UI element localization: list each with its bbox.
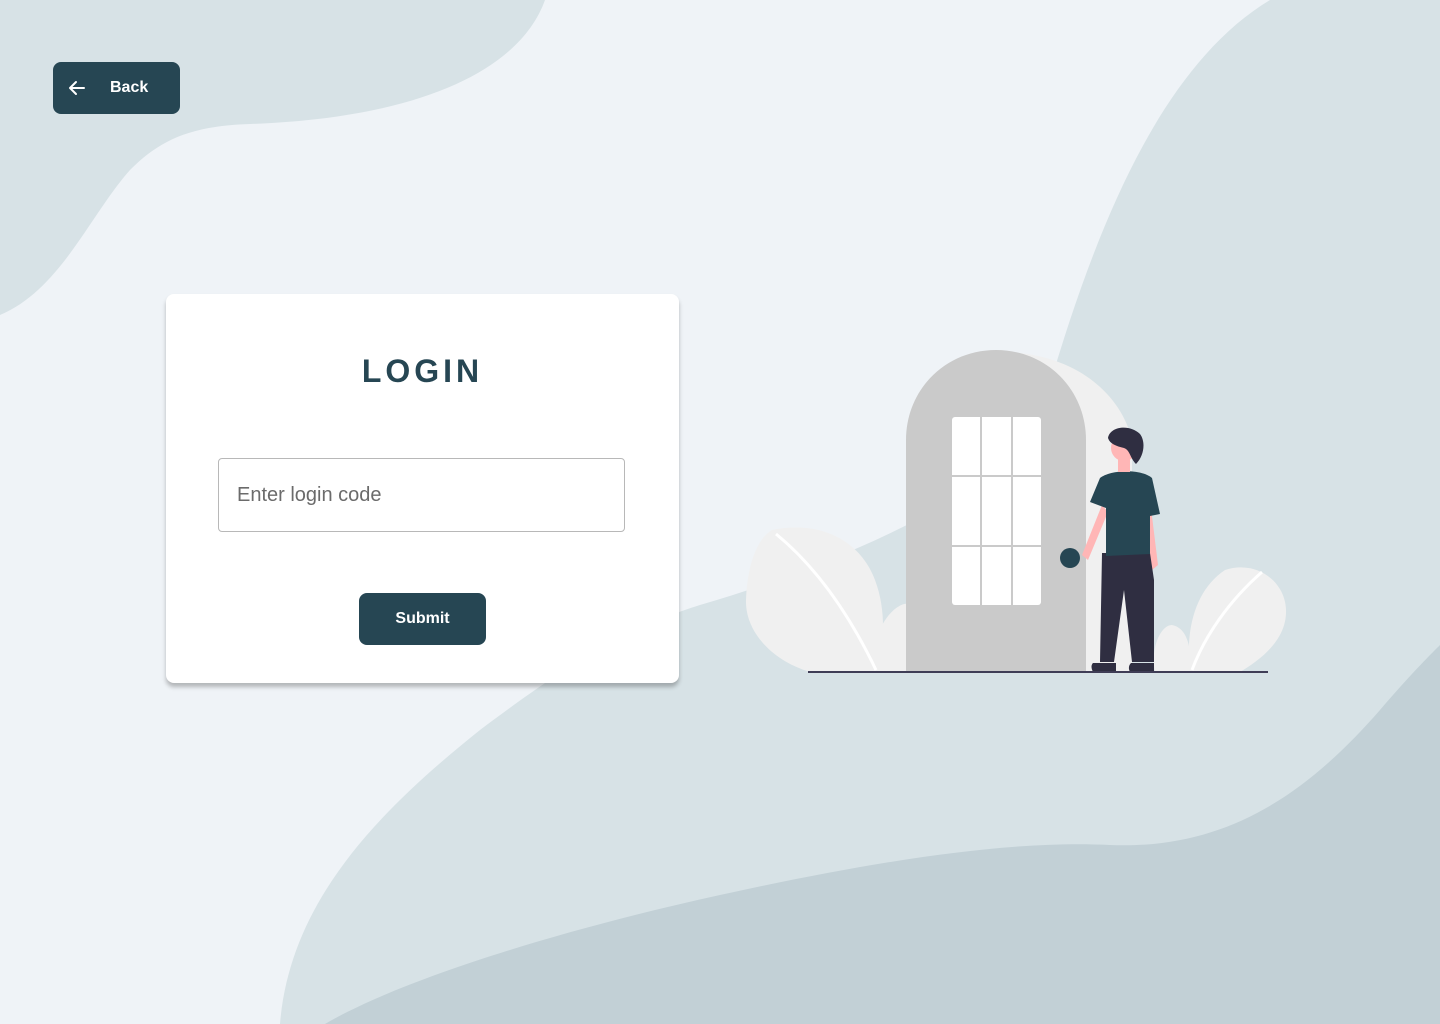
login-card: LOGIN Submit (166, 294, 679, 683)
login-title: LOGIN (361, 353, 484, 389)
login-code-input[interactable] (218, 458, 625, 532)
right-plant-icon (1153, 567, 1287, 672)
login-page: Back LOGIN Submit (0, 0, 1440, 1024)
top-left-blob (0, 0, 545, 315)
person-at-door-illustration (745, 350, 1287, 673)
door-icon (906, 350, 1086, 672)
left-plant-icon (745, 527, 912, 672)
back-button[interactable]: Back (53, 62, 180, 114)
arrow-left-icon (67, 78, 87, 98)
back-button-label: Back (110, 79, 149, 96)
submit-button[interactable]: Submit (359, 593, 486, 645)
